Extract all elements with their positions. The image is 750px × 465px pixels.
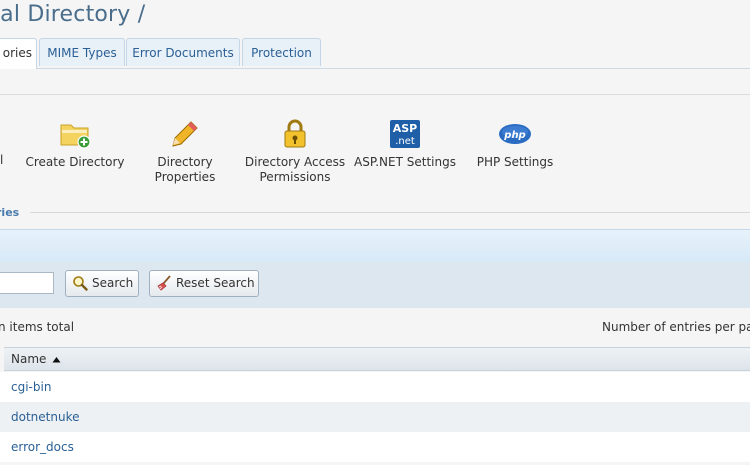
tab-error-documents[interactable]: Error Documents: [126, 38, 240, 66]
pencil-icon: [172, 121, 198, 147]
column-header-name[interactable]: Name: [11, 352, 61, 366]
broom-icon: [157, 274, 171, 291]
directory-properties-button[interactable]: Directory Properties: [140, 119, 230, 185]
reset-search-button-label: Reset Search: [176, 276, 255, 290]
entries-per-page-label: Number of entries per pag: [602, 320, 750, 334]
php-settings-label: PHP Settings: [476, 155, 554, 169]
table-header: [4, 347, 750, 371]
aspnet-settings-label: ASP.NET Settings: [354, 155, 456, 169]
svg-text:php: php: [503, 130, 525, 141]
aspnet-icon: ASP .net: [390, 120, 420, 148]
directory-link-error-docs[interactable]: error_docs: [11, 440, 74, 454]
table-row: cgi-bin: [0, 372, 750, 402]
tab-directories[interactable]: ories: [0, 38, 37, 69]
section-divider: [30, 212, 750, 213]
table-row: error_docs: [0, 432, 750, 462]
search-icon: [73, 275, 88, 291]
sort-ascending-icon: [52, 357, 61, 363]
table-row: dotnetnuke: [0, 402, 750, 432]
toolbar-separator: [0, 94, 750, 95]
folder-add-icon: [60, 124, 91, 149]
reset-search-button[interactable]: Reset Search: [149, 270, 259, 297]
items-total: n items total: [0, 320, 75, 334]
tab-bar: ories MIME Types Error Documents Protect…: [0, 38, 750, 69]
svg-text:.net: .net: [395, 136, 415, 147]
php-icon: php: [499, 124, 531, 144]
create-directory-label: Create Directory: [25, 155, 125, 169]
search-input[interactable]: [0, 272, 54, 294]
create-directory-button[interactable]: Create Directory: [20, 119, 130, 170]
directory-link-dotnetnuke[interactable]: dotnetnuke: [11, 410, 79, 424]
tab-protection[interactable]: Protection: [242, 38, 321, 66]
aspnet-settings-button[interactable]: ASP .net ASP.NET Settings: [352, 119, 458, 170]
directory-properties-label: Directory Properties: [154, 155, 216, 184]
directory-access-permissions-button[interactable]: Directory Access Permissions: [244, 119, 346, 185]
lock-icon: [284, 119, 306, 148]
search-button[interactable]: Search: [65, 270, 139, 297]
php-settings-button[interactable]: php PHP Settings: [470, 119, 560, 170]
section-title: ries: [0, 206, 20, 219]
directory-access-label: Directory Access Permissions: [244, 155, 346, 184]
list-header-bar: [0, 229, 750, 263]
page-title: ual Directory /: [0, 2, 146, 27]
tab-mime-types[interactable]: MIME Types: [39, 38, 125, 66]
toolbar-item-cut-label[interactable]: l: [0, 153, 3, 167]
svg-text:ASP: ASP: [393, 122, 418, 135]
directory-link-cgi-bin[interactable]: cgi-bin: [11, 380, 51, 394]
search-button-label: Search: [92, 276, 134, 290]
column-header-name-label: Name: [11, 352, 47, 366]
